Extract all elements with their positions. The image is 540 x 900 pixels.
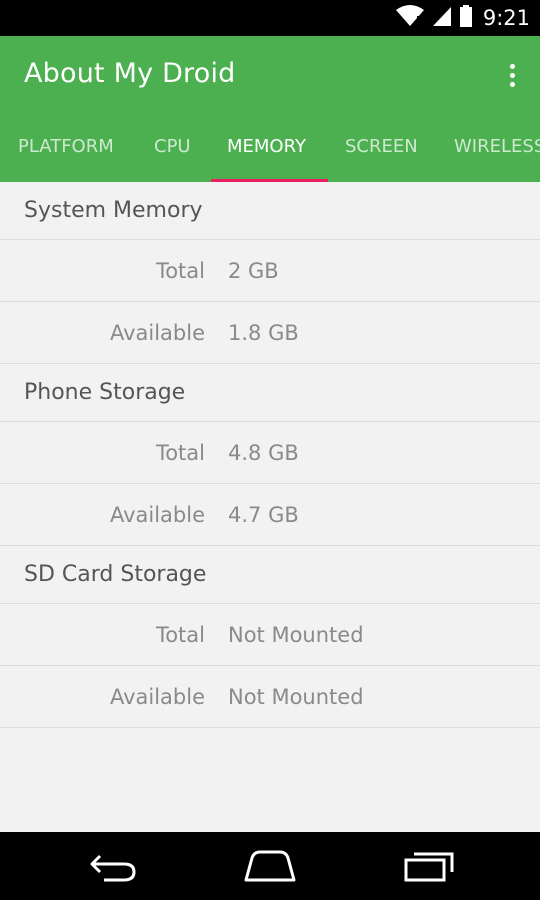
row-value: 2 GB	[228, 258, 279, 283]
navigation-bar	[0, 832, 540, 900]
section-header-system-memory: System Memory	[0, 182, 540, 240]
status-time: 9:21	[482, 6, 530, 30]
row-value: 4.8 GB	[228, 440, 299, 465]
row-label: Total	[155, 440, 205, 465]
list-item: Available Not Mounted	[0, 666, 540, 728]
tab-strip: PLATFORM CPU MEMORY SCREEN WIRELESS	[0, 130, 540, 182]
tab-screen[interactable]: SCREEN	[345, 130, 418, 182]
memory-content: System Memory Total 2 GB Available 1.8 G…	[0, 182, 540, 728]
status-icons: 9:21	[395, 0, 530, 36]
row-value: 1.8 GB	[228, 320, 299, 345]
app-title: About My Droid	[24, 58, 236, 89]
status-bar: 9:21	[0, 0, 540, 36]
row-label: Available	[109, 684, 205, 709]
app-bar: About My Droid PLATFORM CPU MEMORY SCREE…	[0, 36, 540, 182]
list-item: Available 1.8 GB	[0, 302, 540, 364]
section-header-sd-card-storage: SD Card Storage	[0, 546, 540, 604]
battery-icon	[459, 4, 473, 32]
back-icon[interactable]	[84, 846, 144, 886]
tab-memory[interactable]: MEMORY	[227, 130, 306, 182]
recents-icon[interactable]	[400, 846, 460, 886]
tab-wireless[interactable]: WIRELESS	[454, 130, 540, 182]
row-value: Not Mounted	[228, 622, 364, 647]
tab-platform[interactable]: PLATFORM	[18, 130, 114, 182]
row-label: Total	[155, 258, 205, 283]
row-value: Not Mounted	[228, 684, 364, 709]
row-label: Available	[109, 320, 205, 345]
wifi-icon	[395, 4, 425, 32]
list-item: Total 2 GB	[0, 240, 540, 302]
more-vert-icon[interactable]	[502, 58, 522, 92]
home-icon[interactable]	[240, 846, 300, 886]
screen: 9:21 About My Droid PLATFORM CPU MEMORY …	[0, 0, 540, 900]
tab-cpu[interactable]: CPU	[154, 130, 191, 182]
signal-icon	[431, 4, 453, 32]
list-item: Available 4.7 GB	[0, 484, 540, 546]
list-item: Total 4.8 GB	[0, 422, 540, 484]
row-label: Total	[155, 622, 205, 647]
row-value: 4.7 GB	[228, 502, 299, 527]
section-header-phone-storage: Phone Storage	[0, 364, 540, 422]
list-item: Total Not Mounted	[0, 604, 540, 666]
row-label: Available	[109, 502, 205, 527]
